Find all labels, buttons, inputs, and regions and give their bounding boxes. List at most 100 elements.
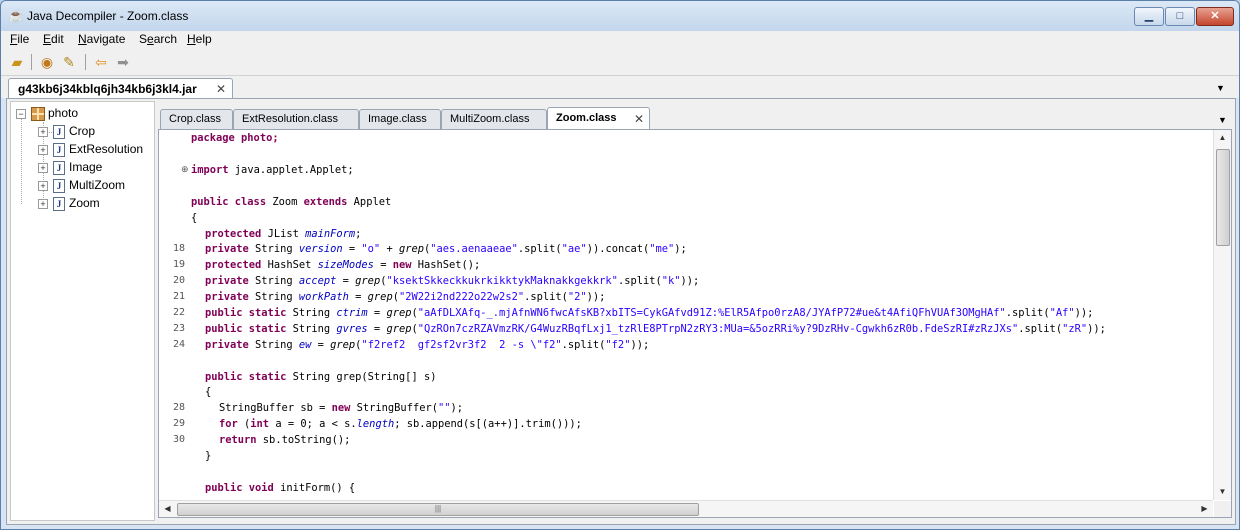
line-number: 29	[172, 418, 185, 429]
line-number: 20	[172, 275, 185, 286]
scroll-up-icon[interactable]: ▲	[1214, 130, 1231, 146]
tab-jar-file[interactable]: g43kb6j34kblq6jh34kb6j3kl4.jar ✕	[8, 78, 233, 99]
scroll-left-icon[interactable]: ◀	[159, 501, 176, 517]
code-line: public void initForm() {	[205, 482, 356, 494]
forward-icon[interactable]: ➡	[114, 53, 132, 71]
line-number: 19	[172, 259, 185, 270]
horizontal-scroll-thumb[interactable]: |||	[177, 503, 699, 516]
line-number: 22	[172, 307, 185, 318]
app-window: ☕ Java Decompiler - Zoom.class ▁ □ ✕ Fil…	[0, 0, 1240, 530]
class-file-icon: J	[53, 161, 65, 175]
code-line: package photo;	[191, 132, 279, 144]
code-line: protected HashSet sizeModes = new HashSe…	[205, 259, 481, 271]
tab-list-dropdown-icon[interactable]: ▼	[1216, 83, 1225, 93]
line-number: 23	[172, 323, 185, 334]
class-file-icon: J	[53, 179, 65, 193]
close-icon[interactable]: ✕	[634, 112, 644, 126]
back-icon[interactable]: ⇦	[92, 53, 110, 71]
code-line: {	[205, 386, 212, 398]
code-line: import java.applet.Applet;	[191, 164, 354, 176]
tree-label: Zoom	[69, 196, 100, 210]
window-title: Java Decompiler - Zoom.class	[27, 9, 189, 23]
code-line: private String ew = grep("f2ref2 gf2sf2v…	[205, 339, 650, 351]
line-number: 24	[172, 339, 185, 350]
line-number-gutter: 18 19 20 21 22 23 24 28 29 30 ⊕	[159, 130, 189, 500]
vertical-scroll-thumb[interactable]	[1216, 149, 1230, 246]
tree-item-multizoom[interactable]: + J MultiZoom	[11, 177, 151, 195]
toolbar-separator	[31, 54, 32, 70]
editor-pane: Crop.class ExtResolution.class Image.cla…	[156, 101, 1232, 519]
main-content: − photo + J Crop + J ExtResolution + J I…	[6, 98, 1236, 525]
package-icon	[31, 107, 45, 121]
close-button[interactable]: ✕	[1196, 7, 1234, 26]
tree-item-zoom[interactable]: + J Zoom	[11, 195, 151, 213]
toolbar: ▰ ◉ ✎ ⇦ ➡	[1, 49, 1239, 76]
maximize-button[interactable]: □	[1165, 7, 1195, 26]
tab-zoom-class[interactable]: Zoom.class ✕	[547, 107, 650, 129]
tree-item-crop[interactable]: + J Crop	[11, 123, 151, 141]
code-line: private String accept = grep("ksektSkkec…	[205, 275, 700, 287]
class-tree: − photo + J Crop + J ExtResolution + J I…	[10, 101, 155, 521]
expand-icon[interactable]: +	[38, 181, 48, 191]
vertical-scrollbar[interactable]: ▲ ▼	[1213, 130, 1231, 500]
source-code: package photo; import java.applet.Applet…	[191, 130, 1213, 500]
scroll-corner	[1214, 501, 1231, 517]
code-view[interactable]: 18 19 20 21 22 23 24 28 29 30 ⊕ package …	[158, 129, 1232, 518]
code-line: protected JList mainForm;	[205, 228, 362, 240]
code-line: for (int a = 0; a < s.length; sb.append(…	[219, 418, 582, 430]
scroll-right-icon[interactable]: ▶	[1196, 501, 1213, 517]
menu-navigate[interactable]: Navigate	[78, 32, 125, 46]
class-file-icon: J	[53, 197, 65, 211]
tree-item-photo[interactable]: − photo	[11, 105, 151, 123]
code-line: public static String gvres = grep("QzROn…	[205, 323, 1106, 335]
expand-icon[interactable]: +	[38, 145, 48, 155]
code-line: public class Zoom extends Applet	[191, 196, 392, 208]
expand-icon[interactable]: +	[38, 163, 48, 173]
class-file-icon: J	[53, 143, 65, 157]
tree-label: MultiZoom	[69, 178, 126, 192]
menu-search[interactable]: Search	[139, 32, 177, 46]
tab-image-class[interactable]: Image.class	[359, 109, 441, 129]
code-line: public static String ctrim = grep("aAfDL…	[205, 307, 1094, 319]
code-line: public static String grep(String[] s)	[205, 371, 437, 383]
tree-item-image[interactable]: + J Image	[11, 159, 151, 177]
menu-edit[interactable]: Edit	[43, 32, 64, 46]
code-line: }	[205, 450, 212, 462]
tab-extresolution-class[interactable]: ExtResolution.class	[233, 109, 359, 129]
tree-label: ExtResolution	[69, 142, 144, 156]
open-type-hierarchy-icon[interactable]: ✎	[60, 53, 78, 71]
collapse-icon[interactable]: −	[16, 109, 26, 119]
class-tab-bar: Crop.class ExtResolution.class Image.cla…	[156, 107, 1232, 129]
expand-icon[interactable]: +	[38, 199, 48, 209]
code-line: return sb.toString();	[219, 434, 351, 446]
line-number: 30	[172, 434, 185, 445]
code-line: {	[191, 212, 198, 224]
toolbar-separator	[85, 54, 86, 70]
scroll-down-icon[interactable]: ▼	[1214, 484, 1231, 500]
menu-help[interactable]: Help	[187, 32, 212, 46]
open-type-icon[interactable]: ◉	[38, 53, 56, 71]
tab-crop-class[interactable]: Crop.class	[160, 109, 233, 129]
title-bar[interactable]: ☕ Java Decompiler - Zoom.class ▁ □ ✕	[1, 1, 1239, 31]
file-tab-bar: g43kb6j34kblq6jh34kb6j3kl4.jar ✕ ▼	[1, 76, 1239, 99]
minimize-button[interactable]: ▁	[1134, 7, 1164, 26]
tab-list-dropdown-icon[interactable]: ▼	[1218, 115, 1227, 125]
horizontal-scrollbar[interactable]: ◀ ||| ▶	[159, 500, 1213, 517]
close-icon[interactable]: ✕	[216, 82, 226, 96]
menu-bar: File Edit Navigate Search Help	[1, 31, 1239, 49]
code-line: private String workPath = grep("2W22i2nd…	[205, 291, 606, 303]
tab-multizoom-class[interactable]: MultiZoom.class	[441, 109, 547, 129]
menu-file[interactable]: File	[10, 32, 29, 46]
coffee-cup-icon: ☕	[8, 8, 25, 23]
tree-label: photo	[48, 106, 79, 120]
expand-import-icon[interactable]: ⊕	[181, 164, 189, 175]
tree-label: Crop	[69, 124, 96, 138]
jar-tab-label: g43kb6j34kblq6jh34kb6j3kl4.jar	[18, 82, 197, 96]
open-icon[interactable]: ▰	[8, 53, 26, 71]
class-file-icon: J	[53, 125, 65, 139]
tree-item-extresolution[interactable]: + J ExtResolution	[11, 141, 151, 159]
expand-icon[interactable]: +	[38, 127, 48, 137]
tree-label: Image	[69, 160, 103, 174]
line-number: 18	[172, 243, 185, 254]
line-number: 28	[172, 402, 185, 413]
